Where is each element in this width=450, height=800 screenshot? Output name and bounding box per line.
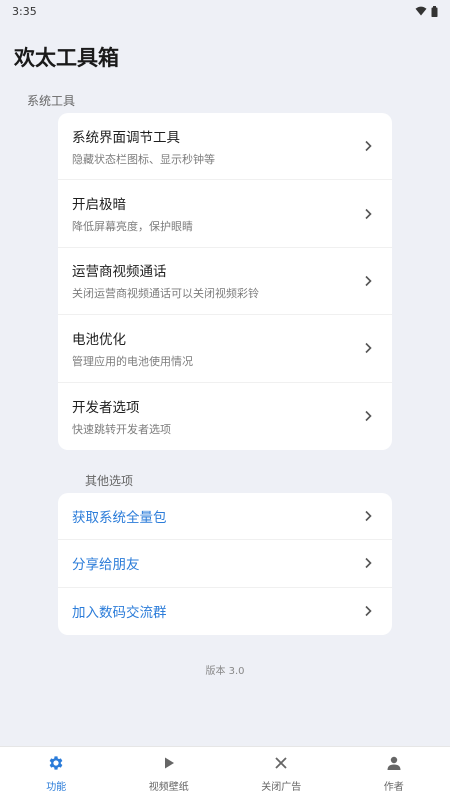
nav-label: 视频壁纸 bbox=[148, 782, 189, 793]
system-ui-tuner-item[interactable]: 系统界面调节工具 隐藏状态栏图标、显示秒钟等 bbox=[58, 113, 392, 181]
item-subtitle: 隐藏状态栏图标、显示秒钟等 bbox=[72, 152, 215, 166]
status-time: 3:35 bbox=[12, 4, 37, 18]
item-subtitle: 快速跳转开发者选项 bbox=[72, 422, 171, 436]
chevron-right-icon bbox=[365, 511, 372, 522]
item-subtitle: 关闭运营商视频通话可以关闭视频彩铃 bbox=[72, 287, 259, 301]
gear-icon bbox=[47, 754, 65, 772]
carrier-video-call-item[interactable]: 运营商视频通话 关闭运营商视频通话可以关闭视频彩铃 bbox=[58, 248, 392, 316]
status-icons bbox=[415, 5, 438, 17]
join-group-item[interactable]: 加入数码交流群 bbox=[58, 588, 392, 635]
chevron-right-icon bbox=[365, 208, 372, 219]
item-subtitle: 管理应用的电池使用情况 bbox=[72, 354, 193, 368]
developer-options-item[interactable]: 开发者选项 快速跳转开发者选项 bbox=[58, 383, 392, 450]
version-text: 版本 3.0 bbox=[205, 666, 245, 677]
item-title: 电池优化 bbox=[72, 331, 126, 348]
person-icon bbox=[385, 754, 403, 772]
battery-icon bbox=[431, 5, 438, 17]
chevron-right-icon bbox=[365, 606, 372, 617]
chevron-right-icon bbox=[365, 275, 372, 287]
share-to-friends-item[interactable]: 分享给朋友 bbox=[58, 540, 392, 588]
extra-dim-item[interactable]: 开启极暗 降低屏幕亮度，保护眼睛 bbox=[58, 180, 392, 248]
other-options-card: 获取系统全量包 分享给朋友 加入数码交流群 bbox=[58, 493, 392, 635]
bottom-nav: 功能 视频壁纸 关闭广告 作者 bbox=[0, 746, 450, 800]
app-title: 欢太工具箱 bbox=[14, 46, 119, 70]
item-title: 分享给朋友 bbox=[72, 557, 140, 574]
nav-label: 作者 bbox=[383, 782, 404, 793]
item-subtitle: 降低屏幕亮度，保护眼睛 bbox=[72, 220, 193, 234]
nav-tab-video-wallpaper[interactable]: 视频壁纸 bbox=[113, 747, 226, 800]
chevron-right-icon bbox=[365, 558, 372, 569]
chevron-right-icon bbox=[365, 343, 372, 354]
battery-optimization-item[interactable]: 电池优化 管理应用的电池使用情况 bbox=[58, 315, 392, 383]
item-title: 系统界面调节工具 bbox=[72, 129, 180, 146]
system-tools-card: 系统界面调节工具 隐藏状态栏图标、显示秒钟等 开启极暗 降低屏幕亮度，保护眼睛 … bbox=[58, 113, 392, 450]
close-icon bbox=[272, 754, 290, 772]
item-title: 获取系统全量包 bbox=[72, 510, 167, 527]
wifi-icon bbox=[415, 6, 427, 16]
nav-tab-features[interactable]: 功能 bbox=[0, 747, 113, 800]
chevron-right-icon bbox=[365, 411, 372, 422]
section-header-system-tools: 系统工具 bbox=[27, 94, 76, 108]
play-icon bbox=[160, 754, 178, 772]
item-title: 运营商视频通话 bbox=[72, 264, 167, 281]
item-title: 开发者选项 bbox=[72, 399, 140, 416]
nav-tab-close-ads[interactable]: 关闭广告 bbox=[225, 747, 338, 800]
nav-label: 功能 bbox=[46, 782, 67, 793]
chevron-right-icon bbox=[365, 141, 372, 152]
section-header-other-options: 其他选项 bbox=[85, 474, 134, 488]
nav-tab-author[interactable]: 作者 bbox=[338, 747, 450, 800]
item-title: 加入数码交流群 bbox=[72, 605, 167, 622]
get-full-package-item[interactable]: 获取系统全量包 bbox=[58, 493, 392, 541]
nav-label: 关闭广告 bbox=[261, 782, 302, 793]
item-title: 开启极暗 bbox=[72, 197, 126, 214]
status-bar: 3:35 bbox=[0, 0, 450, 22]
